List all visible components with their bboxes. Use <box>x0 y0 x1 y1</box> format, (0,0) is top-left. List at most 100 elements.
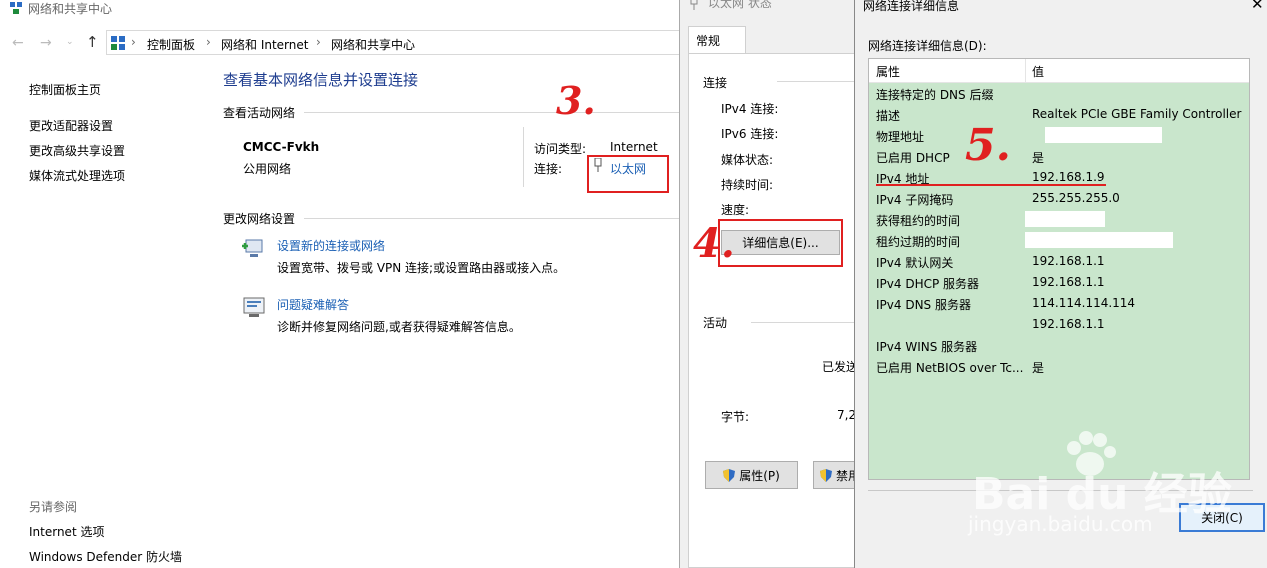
breadcrumb-separator-icon: › <box>131 35 136 49</box>
change-settings-label: 更改网络设置 <box>223 212 296 226</box>
shield-icon <box>820 468 832 482</box>
annotation-box-details <box>718 219 843 267</box>
back-arrow-icon[interactable]: ← <box>12 35 24 51</box>
sent-label: 已发送 <box>822 360 859 374</box>
forward-arrow-icon[interactable]: → <box>40 35 52 51</box>
details-row[interactable]: 已启用 NetBIOS over Tc... 是 <box>869 356 1249 377</box>
details-list-label: 网络连接详细信息(D): <box>868 39 987 53</box>
watermark-paw-icon <box>1060 430 1120 480</box>
details-row-property: 描述 <box>876 109 901 123</box>
connection-label: 连接: <box>534 162 563 176</box>
column-divider <box>1025 59 1026 83</box>
sidebar-item-advanced-sharing[interactable]: 更改高级共享设置 <box>29 142 125 159</box>
annotation-step-5: 5. <box>965 120 1011 171</box>
details-row-value: 114.114.114.114 <box>1032 296 1136 310</box>
annotation-step-4: 4. <box>693 220 735 267</box>
details-row[interactable]: IPv4 默认网关 192.168.1.1 <box>869 251 1249 272</box>
redaction-mask <box>1045 127 1162 143</box>
annotation-underline-ipv4 <box>876 184 1106 186</box>
ipv4-connection-label: IPv4 连接: <box>721 102 779 116</box>
divider <box>751 322 861 323</box>
redaction-mask <box>1025 232 1173 248</box>
bytes-label: 字节: <box>721 410 750 424</box>
annotation-step-3: 3. <box>556 78 596 123</box>
details-row[interactable]: IPv4 子网掩码 255.255.255.0 <box>869 188 1249 209</box>
access-type-value: Internet <box>610 140 658 154</box>
breadcrumb-separator-icon: › <box>316 35 321 49</box>
details-row-property: IPv4 默认网关 <box>876 256 954 270</box>
close-x-icon[interactable]: ✕ <box>1251 0 1264 13</box>
network-name: CMCC-Fvkh <box>243 140 320 154</box>
status-dialog-title: 以太网 状态 <box>708 0 772 10</box>
tab-general[interactable]: 常规 <box>688 26 746 54</box>
tab-general-label: 常规 <box>696 34 721 48</box>
divider <box>304 112 680 113</box>
sidebar-home[interactable]: 控制面板主页 <box>29 81 101 98</box>
details-row-property: 物理地址 <box>876 130 925 144</box>
sidebar-item-media-streaming[interactable]: 媒体流式处理选项 <box>29 167 125 184</box>
details-row[interactable]: IPv4 DNS 服务器 114.114.114.114 <box>869 293 1249 314</box>
speed-label: 速度: <box>721 203 750 217</box>
details-row-value: Realtek PCIe GBE Family Controller <box>1032 107 1242 121</box>
details-row-property: IPv4 DHCP 服务器 <box>876 277 980 291</box>
breadcrumb-control-panel[interactable]: 控制面板 <box>147 36 195 53</box>
new-connection-icon <box>242 236 266 260</box>
see-also-firewall[interactable]: Windows Defender 防火墙 <box>29 548 182 565</box>
details-row-value: 是 <box>1032 361 1045 375</box>
action-new-connection-desc: 设置宽带、拨号或 VPN 连接;或设置路由器或接入点。 <box>277 261 566 275</box>
divider <box>304 218 680 219</box>
sidebar-item-adapter[interactable]: 更改适配器设置 <box>29 117 113 134</box>
details-row[interactable]: 租约过期的时间 <box>869 230 1249 251</box>
window-icon <box>10 2 22 14</box>
details-row[interactable]: 描述 Realtek PCIe GBE Family Controller <box>869 104 1249 125</box>
details-row-value: 192.168.1.1 <box>1032 254 1105 268</box>
details-table[interactable]: 属性 值 连接特定的 DNS 后缀 描述 Realtek PCIe GBE Fami… <box>868 58 1250 480</box>
action-troubleshoot-desc: 诊断并修复网络问题,或者获得疑难解答信息。 <box>277 320 521 334</box>
annotation-box-connection <box>587 155 669 193</box>
divider <box>523 127 524 187</box>
details-row[interactable]: 物理地址 <box>869 125 1249 146</box>
details-table-body: 连接特定的 DNS 后缀 描述 Realtek PCIe GBE Family Co… <box>869 83 1249 481</box>
shield-icon <box>723 468 736 482</box>
breadcrumb-sharing-center[interactable]: 网络和共享中心 <box>331 36 415 53</box>
column-header-value[interactable]: 值 <box>1032 63 1044 80</box>
duration-label: 持续时间: <box>721 178 774 192</box>
details-row-property: 租约过期的时间 <box>876 235 961 249</box>
address-bar[interactable]: › 控制面板 › 网络和 Internet › 网络和共享中心 <box>106 30 680 55</box>
details-dialog-title: 网络连接详细信息 <box>863 0 960 13</box>
action-troubleshoot-link[interactable]: 问题疑难解答 <box>277 296 349 313</box>
control-panel-icon <box>111 36 125 50</box>
details-row-property: IPv4 WINS 服务器 <box>876 340 978 354</box>
details-row[interactable]: 已启用 DHCP 是 <box>869 146 1249 167</box>
breadcrumb-separator-icon: › <box>206 35 211 49</box>
details-row-value: 192.168.1.1 <box>1032 275 1105 289</box>
status-dialog: 以太网 状态 常规 连接 IPv4 连接: IPv6 连接: 媒体状态: 持续时… <box>679 0 863 568</box>
active-networks-label: 查看活动网络 <box>223 106 296 120</box>
properties-button-label: 属性(P) <box>739 468 780 483</box>
details-row-value: 192.168.1.9 <box>1032 170 1105 184</box>
access-type-label: 访问类型: <box>534 142 587 156</box>
recent-dropdown-icon[interactable]: ⌄ <box>66 37 74 47</box>
redaction-mask <box>1025 211 1105 227</box>
see-also-title: 另请参阅 <box>29 500 78 514</box>
details-row[interactable]: 192.168.1.1 <box>869 314 1249 335</box>
watermark-url: jingyan.baidu.com <box>968 512 1153 536</box>
see-also-internet-options[interactable]: Internet 选项 <box>29 523 104 540</box>
action-new-connection-link[interactable]: 设置新的连接或网络 <box>277 237 385 254</box>
activity-group-label: 活动 <box>703 316 728 330</box>
divider <box>777 81 861 82</box>
details-row[interactable]: 获得租约的时间 <box>869 209 1249 230</box>
details-row[interactable]: 连接特定的 DNS 后缀 <box>869 83 1249 104</box>
up-arrow-icon[interactable]: ↑ <box>86 33 99 51</box>
column-header-property[interactable]: 属性 <box>876 63 900 80</box>
details-row-value: 192.168.1.1 <box>1032 317 1105 331</box>
details-row-value: 是 <box>1032 151 1045 165</box>
properties-button[interactable]: 属性(P) <box>705 461 798 489</box>
details-row-property: 已启用 DHCP <box>876 151 950 165</box>
status-dialog-icon <box>690 0 698 10</box>
details-row[interactable]: IPv4 WINS 服务器 <box>869 335 1249 356</box>
breadcrumb-network-internet[interactable]: 网络和 Internet <box>221 36 308 53</box>
details-row[interactable]: IPv4 DHCP 服务器 192.168.1.1 <box>869 272 1249 293</box>
connection-group-label: 连接 <box>703 76 728 90</box>
details-row-property: 连接特定的 DNS 后缀 <box>876 88 994 102</box>
